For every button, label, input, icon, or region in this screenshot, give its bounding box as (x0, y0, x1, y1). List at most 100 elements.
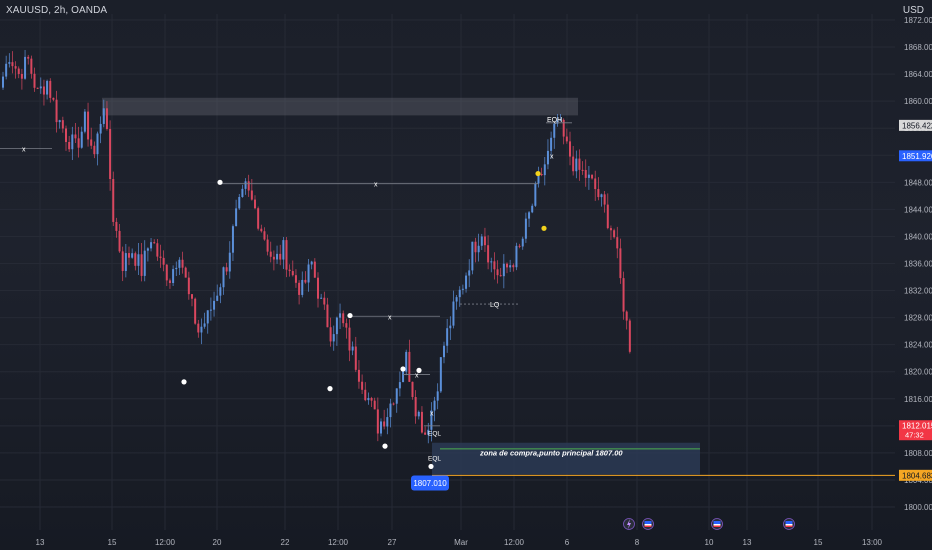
y-tick-label: 1840.000 (904, 232, 932, 241)
candle-up (228, 252, 231, 272)
candle-down (115, 221, 118, 231)
y-tick-label: 1872.000 (904, 16, 932, 25)
candle-up (521, 238, 524, 247)
y-tick-label: 1828.000 (904, 314, 932, 323)
candle-down (260, 228, 263, 232)
x-tick-label: 27 (388, 538, 397, 547)
candle-up (339, 313, 342, 318)
candle-down (93, 145, 96, 155)
candle-down (266, 239, 269, 252)
candle-up (99, 123, 102, 134)
candle-up (71, 134, 74, 150)
candle-up (380, 421, 382, 434)
x-tick-label: 20 (213, 538, 222, 547)
candle-up (458, 289, 461, 298)
candle-down (361, 381, 364, 390)
x-tick-label: 13 (36, 538, 45, 547)
candle-down (153, 242, 156, 244)
candle-down (14, 66, 17, 69)
price-badge-value: 1812.015 (902, 422, 932, 431)
buy-zone-price-tag: 1807.010 (411, 475, 449, 491)
swing-marker (347, 312, 353, 319)
candle-up (244, 181, 247, 189)
candle-up (203, 323, 206, 327)
candle-down (499, 275, 502, 277)
candle-down (61, 120, 64, 129)
candle-up (24, 56, 27, 79)
candle-down (518, 245, 521, 247)
candle-down (304, 279, 307, 283)
x-marker: x (430, 410, 434, 417)
x-tick-label: 12:00 (155, 538, 176, 547)
candle-down (74, 134, 77, 139)
candle-up (320, 297, 323, 299)
candle-up (490, 261, 493, 263)
candle-down (512, 265, 515, 268)
candle-up (433, 400, 436, 411)
candle-down (194, 298, 197, 324)
candle-down (197, 323, 200, 333)
candle-down (616, 237, 619, 249)
candle-down (420, 411, 423, 433)
candle-down (128, 253, 130, 258)
candle-down (36, 87, 39, 89)
candle-down (584, 170, 587, 178)
candle-up (241, 188, 244, 197)
candle-up (402, 371, 405, 383)
candle-down (578, 158, 581, 170)
flag-event-icon (711, 518, 723, 530)
candle-down (109, 128, 112, 180)
candle-up (213, 300, 216, 310)
candle-up (332, 334, 335, 342)
x-tick-label: 12:00 (504, 538, 525, 547)
candle-up (83, 111, 86, 132)
candle-up (209, 309, 212, 311)
price-badge-value: 1804.683 (902, 471, 932, 480)
candle-up (137, 254, 140, 266)
x-tick-label: 15 (108, 538, 117, 547)
swing-marker (400, 366, 406, 372)
x-tick-label: Mar (454, 538, 468, 547)
candle-down (42, 86, 45, 95)
y-tick-label: 1848.000 (904, 178, 932, 187)
candle-up (276, 253, 279, 260)
candle-down (622, 278, 625, 312)
price-badge-timer: 47:32 (905, 431, 924, 440)
candle-down (572, 156, 575, 172)
y-tick-label: 1864.000 (904, 70, 932, 79)
candle-up (172, 269, 175, 284)
candle-up (395, 388, 398, 404)
candle-down (279, 253, 282, 260)
candlestick-chart[interactable]: 1872.0001868.0001864.0001860.0001856.000… (0, 0, 932, 550)
symbol-title[interactable]: XAUUSD, 2h, OANDA (6, 5, 107, 16)
x-tick-label: 8 (635, 538, 640, 547)
buy-zone-price-tag-text: 1807.010 (413, 479, 447, 488)
candle-down (383, 421, 386, 427)
candle-down (345, 323, 348, 328)
candle-up (546, 150, 549, 165)
x-marker: x (22, 147, 26, 154)
candle-down (323, 297, 326, 305)
candle-up (534, 183, 537, 206)
candle-down (254, 199, 256, 209)
y-tick-label: 1832.000 (904, 287, 932, 296)
candle-up (46, 80, 49, 95)
candle-up (509, 265, 512, 268)
x-marker: x (550, 153, 554, 160)
candle-up (235, 208, 238, 227)
y-tick-label: 1824.000 (904, 341, 932, 350)
candle-down (487, 245, 490, 263)
candle-down (184, 267, 187, 278)
eql-label: EQL (428, 456, 441, 463)
candle-up (351, 346, 354, 351)
candle-down (370, 397, 373, 401)
candle-down (250, 190, 253, 200)
candle-down (326, 304, 329, 328)
candle-down (162, 257, 165, 265)
candle-up (150, 242, 153, 249)
candle-down (285, 240, 288, 270)
y-tick-label: 1808.000 (904, 449, 932, 458)
swing-marker (181, 379, 187, 385)
x-tick-label: 12:00 (328, 538, 349, 547)
candle-up (216, 295, 219, 301)
